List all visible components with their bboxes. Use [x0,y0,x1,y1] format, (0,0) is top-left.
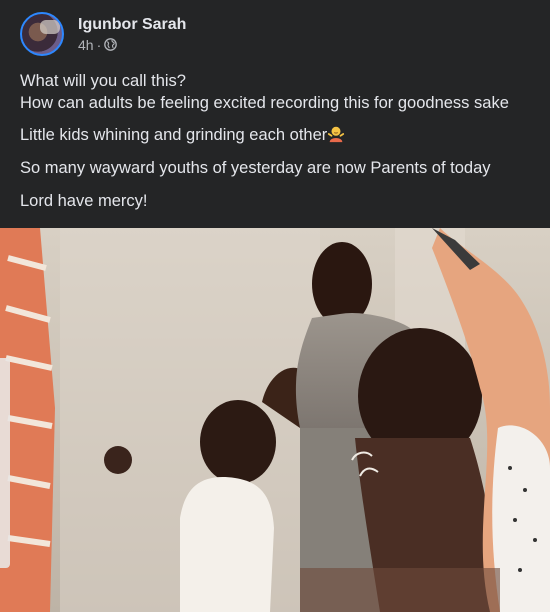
post-line: What will you call this? [20,72,186,90]
post-header: Igunbor Sarah 4h · [20,12,186,56]
post-line: How can adults be feeling excited record… [20,94,509,112]
video-scroll-handle[interactable] [0,358,10,568]
globe-icon[interactable] [104,38,118,51]
post-line: So many wayward youths of yesterday are … [20,159,491,177]
post-line: Little kids whining and grinding each ot… [20,124,540,146]
post-video[interactable] [0,228,550,612]
facebook-post: Igunbor Sarah 4h · What will you call th… [0,0,550,612]
post-line-text: Little kids whining and grinding each ot… [20,126,328,144]
person-shrugging-emoji-icon [328,126,345,143]
meta-separator: · [96,36,102,53]
author-name[interactable]: Igunbor Sarah [78,15,186,35]
author-avatar[interactable] [20,12,64,56]
post-timestamp[interactable]: 4h [78,36,94,54]
video-frame [0,228,550,612]
post-line: Lord have mercy! [20,192,148,210]
post-text: What will you call this? How can adults … [20,70,540,212]
post-time-row: 4h · [78,36,186,54]
post-meta: Igunbor Sarah 4h · [78,15,186,54]
